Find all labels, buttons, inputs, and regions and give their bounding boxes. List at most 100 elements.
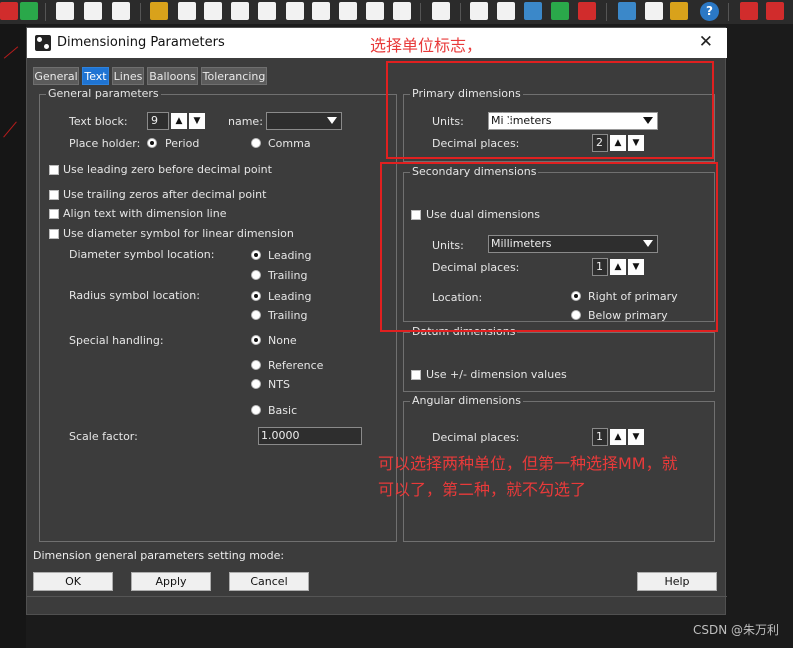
toolbar-separator xyxy=(606,3,607,21)
ok-button[interactable]: OK xyxy=(33,572,113,591)
text-block-down-button[interactable]: ▼ xyxy=(189,113,205,129)
place-holder-label: Place holder: xyxy=(69,137,141,150)
general-parameters-title: General parameters xyxy=(46,87,161,100)
tab-balloons[interactable]: Balloons xyxy=(147,67,198,85)
trace-line xyxy=(3,46,19,59)
radius-trailing-radio[interactable] xyxy=(251,310,261,320)
help-button[interactable]: Help xyxy=(637,572,717,591)
settings-icon[interactable] xyxy=(670,2,688,20)
pattern2-icon[interactable] xyxy=(393,2,411,20)
angular-decimal-down-button[interactable]: ▼ xyxy=(628,429,644,445)
check-box-icon[interactable] xyxy=(524,2,542,20)
tools-icon[interactable] xyxy=(204,2,222,20)
reference-radio[interactable] xyxy=(251,360,261,370)
measure-icon[interactable] xyxy=(112,2,130,20)
diameter-leading-radio[interactable] xyxy=(251,250,261,260)
diameter-leading-label: Leading xyxy=(268,249,312,262)
check-icon[interactable] xyxy=(470,2,488,20)
diameter-symbol-checkbox[interactable] xyxy=(49,229,59,239)
toolbar-separator xyxy=(460,3,461,21)
trace-line xyxy=(3,121,17,138)
radius-leading-radio[interactable] xyxy=(251,291,261,301)
angular-decimal-up-button[interactable]: ▲ xyxy=(610,429,626,445)
toolbar-separator xyxy=(420,3,421,21)
radius-leading-label: Leading xyxy=(268,290,312,303)
basic-label: Basic xyxy=(268,404,298,417)
nts-radio[interactable] xyxy=(251,379,261,389)
apply-button[interactable]: Apply xyxy=(131,572,211,591)
name-label: name: xyxy=(228,115,263,128)
trailing-zeros-label: Use trailing zeros after decimal point xyxy=(63,188,267,201)
zoom-icon[interactable] xyxy=(56,2,74,20)
dialog-title: Dimensioning Parameters xyxy=(57,35,225,50)
comma-radio[interactable] xyxy=(251,138,261,148)
close-icon[interactable]: ✕ xyxy=(699,32,713,52)
tab-general[interactable]: General xyxy=(33,67,79,85)
dimension-icon[interactable] xyxy=(150,2,168,20)
check-book-icon[interactable] xyxy=(497,2,515,20)
warning-icon[interactable] xyxy=(578,2,596,20)
diameter-symbol-label: Use diameter symbol for linear dimension xyxy=(63,227,294,240)
annotation-top: 选择单位标志， xyxy=(370,36,483,55)
tab-tolerancing[interactable]: Tolerancing xyxy=(201,67,267,85)
primary-highlight-box xyxy=(386,61,714,159)
trailing-zeros-checkbox[interactable] xyxy=(49,190,59,200)
watermark: CSDN @朱万利 xyxy=(692,623,779,637)
clear-icon[interactable] xyxy=(258,2,276,20)
diameter-trailing-label: Trailing xyxy=(268,269,308,282)
report-icon[interactable] xyxy=(618,2,636,20)
reference-label: Reference xyxy=(268,359,324,372)
board-icon[interactable] xyxy=(339,2,357,20)
none-radio[interactable] xyxy=(251,335,261,345)
text-block-label: Text block: xyxy=(69,115,128,128)
nts-label: NTS xyxy=(268,378,290,391)
workspace-strip xyxy=(0,24,26,648)
status-mode-text: Dimension general parameters setting mod… xyxy=(33,549,285,562)
app-logo-icon xyxy=(35,35,51,51)
main-toolbar: ? xyxy=(0,0,793,24)
diameter-trailing-radio[interactable] xyxy=(251,270,261,280)
radius-trailing-label: Trailing xyxy=(268,309,308,322)
cancel-button[interactable]: Cancel xyxy=(229,572,309,591)
plusminus-checkbox[interactable] xyxy=(411,370,421,380)
align-text-checkbox[interactable] xyxy=(49,209,59,219)
tab-lines[interactable]: Lines xyxy=(112,67,144,85)
angular-decimal-value[interactable]: 1 xyxy=(592,428,608,446)
toolbar-separator xyxy=(140,3,141,21)
tab-text[interactable]: Text xyxy=(82,67,109,85)
car-icon[interactable] xyxy=(231,2,249,20)
basic-radio[interactable] xyxy=(251,405,261,415)
leading-zero-label: Use leading zero before decimal point xyxy=(63,163,272,176)
toolbar-app-icon[interactable] xyxy=(0,2,18,20)
remove-icon[interactable] xyxy=(766,2,784,20)
check-ok-icon[interactable] xyxy=(551,2,569,20)
scale-factor-input[interactable]: 1.0000 xyxy=(258,427,362,445)
datum-dimensions-group: Datum dimensions Use +/- dimension value… xyxy=(403,325,715,392)
help-icon[interactable]: ? xyxy=(700,2,719,21)
grid-icon[interactable] xyxy=(312,2,330,20)
angular-decimal-label: Decimal places: xyxy=(432,431,520,444)
pattern-icon[interactable] xyxy=(366,2,384,20)
period-label: Period xyxy=(165,137,200,150)
radius-location-label: Radius symbol location: xyxy=(69,289,200,302)
mail-icon[interactable] xyxy=(645,2,663,20)
text-block-value[interactable]: 9 xyxy=(147,112,169,130)
special-handling-label: Special handling: xyxy=(69,334,164,347)
toolbar-green-icon[interactable] xyxy=(20,2,38,20)
route-icon[interactable] xyxy=(432,2,450,20)
paste-icon[interactable] xyxy=(286,2,304,20)
text-block-up-button[interactable]: ▲ xyxy=(171,113,187,129)
toolbar-separator xyxy=(728,3,729,21)
snap-point-icon[interactable] xyxy=(84,2,102,20)
general-parameters-group: General parameters Text block: 9 ▲ ▼ nam… xyxy=(39,87,397,542)
comma-label: Comma xyxy=(268,137,311,150)
none-label: None xyxy=(268,334,297,347)
name-select[interactable] xyxy=(266,112,342,130)
add-icon[interactable] xyxy=(740,2,758,20)
leading-zero-checkbox[interactable] xyxy=(49,165,59,175)
secondary-highlight-box xyxy=(380,162,718,332)
period-radio[interactable] xyxy=(147,138,157,148)
angular-dimensions-title: Angular dimensions xyxy=(410,394,523,407)
diameter-location-label: Diameter symbol location: xyxy=(69,248,215,261)
select-icon[interactable] xyxy=(178,2,196,20)
